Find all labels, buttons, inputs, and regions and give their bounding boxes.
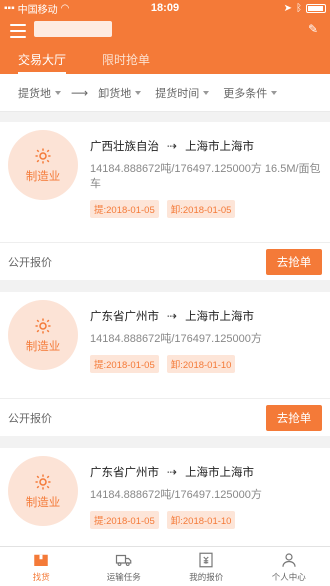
nav-label: 个人中心 [271,571,306,582]
gear-icon [35,148,51,163]
route: 广东省广州市 ⇢ 上海市上海市 [90,464,326,480]
arrow-right-icon: ⟶ [71,85,89,100]
route: 广东省广州市 ⇢ 上海市上海市 [90,308,326,324]
filter-destination-label: 卸货地 [98,87,132,100]
edit-icon[interactable]: ✎ [306,22,320,36]
date-tags: 提:2018-01-05 卸:2018-01-10 [90,511,326,529]
category-label: 制造业 [25,340,61,353]
status-left: ▪▪▪ 中国移动 ◠ [4,1,114,16]
cargo-spec: 14184.888672吨/176497.125000方 [90,489,262,501]
bottom-nav: 找货 运输任务 我的报价 个人中心 [0,546,330,586]
nav-label: 找货 [32,571,50,582]
category-avatar: 制造业 [8,300,78,370]
chevron-down-icon [55,90,61,95]
nav-my-quotes[interactable]: 我的报价 [165,547,248,586]
cargo-list: 制造业 广西壮族自治 ⇢ 上海市上海市 14184.888672吨/176497… [0,122,330,566]
grab-order-button[interactable]: 去抢单 [266,404,322,431]
cargo-card[interactable]: 制造业 广东省广州市 ⇢ 上海市上海市 14184.888672吨/176497… [0,448,330,554]
battery-icon [306,3,326,13]
date-tags: 提:2018-01-05 卸:2018-01-10 [90,355,326,373]
route-arrow-icon: ⇢ [167,309,178,323]
grab-order-button[interactable]: 去抢单 [266,248,322,275]
card-info: 广西壮族自治 ⇢ 上海市上海市 14184.888672吨/176497.125… [90,138,326,218]
filter-destination[interactable]: 卸货地 [98,85,142,101]
unload-date-tag: 卸:2018-01-10 [166,355,236,373]
nav-find-cargo[interactable]: 找货 [0,547,83,586]
signal-icon: ▪▪▪ [4,2,15,14]
header: ✎ 交易大厅 限时抢单 [0,16,330,74]
filter-origin[interactable]: 提货地 [18,85,61,101]
carrier-label: 中国移动 [17,4,58,16]
nav-personal-center[interactable]: 个人中心 [248,547,330,586]
nav-label: 运输任务 [106,571,141,582]
route-to: 上海市上海市 [185,467,255,479]
category-avatar: 制造业 [8,130,78,200]
route-to: 上海市上海市 [185,311,255,323]
filter-more[interactable]: 更多条件 [223,85,278,101]
route-to: 上海市上海市 [185,141,255,153]
unload-date-tag: 卸:2018-01-05 [166,200,236,218]
card-top: 制造业 广东省广州市 ⇢ 上海市上海市 14184.888672吨/176497… [0,448,330,554]
bluetooth-icon: ᛒ [296,2,302,14]
person-icon [282,552,296,567]
route: 广西壮族自治 ⇢ 上海市上海市 [90,138,326,154]
card-info: 广东省广州市 ⇢ 上海市上海市 14184.888672吨/176497.125… [90,464,326,529]
gear-icon [35,318,51,333]
truck-icon [115,554,132,566]
menu-icon[interactable] [10,24,26,38]
quote-type: 公开报价 [8,412,52,425]
route-from: 广东省广州市 [90,311,159,323]
status-bar: ▪▪▪ 中国移动 ◠ 18:09 ➤ ᛒ [0,0,330,16]
cargo-card[interactable]: 制造业 广西壮族自治 ⇢ 上海市上海市 14184.888672吨/176497… [0,122,330,280]
card-info: 广东省广州市 ⇢ 上海市上海市 14184.888672吨/176497.125… [90,308,326,373]
card-top: 制造业 广东省广州市 ⇢ 上海市上海市 14184.888672吨/176497… [0,292,330,398]
category-label: 制造业 [25,170,61,183]
nav-label: 我的报价 [189,571,224,582]
gear-icon [35,474,51,489]
cargo-card[interactable]: 制造业 广东省广州市 ⇢ 上海市上海市 14184.888672吨/176497… [0,292,330,436]
filter-time[interactable]: 提货时间 [155,85,210,101]
filter-bar: 提货地 ⟶ 卸货地 提货时间 更多条件 [0,74,330,112]
wifi-icon: ◠ [60,2,70,14]
nav-transport-tasks[interactable]: 运输任务 [83,547,166,586]
filter-time-label: 提货时间 [155,87,200,100]
cargo-icon [34,554,48,566]
header-search-box[interactable] [34,21,112,37]
route-from: 广东省广州市 [90,467,159,479]
route-arrow-icon: ⇢ [167,465,178,479]
card-bottom: 公开报价 去抢单 [0,398,330,436]
cargo-spec: 14184.888672吨/176497.125000方 [90,333,262,345]
status-time: 18:09 [150,2,180,14]
route-arrow-icon: ⇢ [167,139,178,153]
pickup-date-tag: 提:2018-01-05 [90,200,159,218]
tab-limited-grab[interactable]: 限时抢单 [84,50,168,74]
chevron-down-icon [203,90,210,95]
status-right: ➤ ᛒ [216,3,326,14]
quote-icon [199,552,213,567]
cargo-spec: 14184.888672吨/176497.125000方 16.5M/面包车 [90,163,321,190]
filter-more-label: 更多条件 [223,87,268,100]
card-top: 制造业 广西壮族自治 ⇢ 上海市上海市 14184.888672吨/176497… [0,122,330,242]
pickup-date-tag: 提:2018-01-05 [90,511,159,529]
quote-type: 公开报价 [8,256,52,269]
tab-bar: 交易大厅 限时抢单 [0,50,330,74]
location-icon: ➤ [283,2,292,14]
chevron-down-icon [135,90,142,95]
date-tags: 提:2018-01-05 卸:2018-01-05 [90,200,326,218]
filter-origin-label: 提货地 [18,87,51,100]
category-avatar: 制造业 [8,456,78,526]
route-from: 广西壮族自治 [90,141,159,153]
chevron-down-icon [271,90,278,95]
unload-date-tag: 卸:2018-01-10 [166,511,236,529]
category-label: 制造业 [25,496,61,509]
tab-trading-hall[interactable]: 交易大厅 [0,50,84,74]
pickup-date-tag: 提:2018-01-05 [90,355,159,373]
card-bottom: 公开报价 去抢单 [0,242,330,280]
